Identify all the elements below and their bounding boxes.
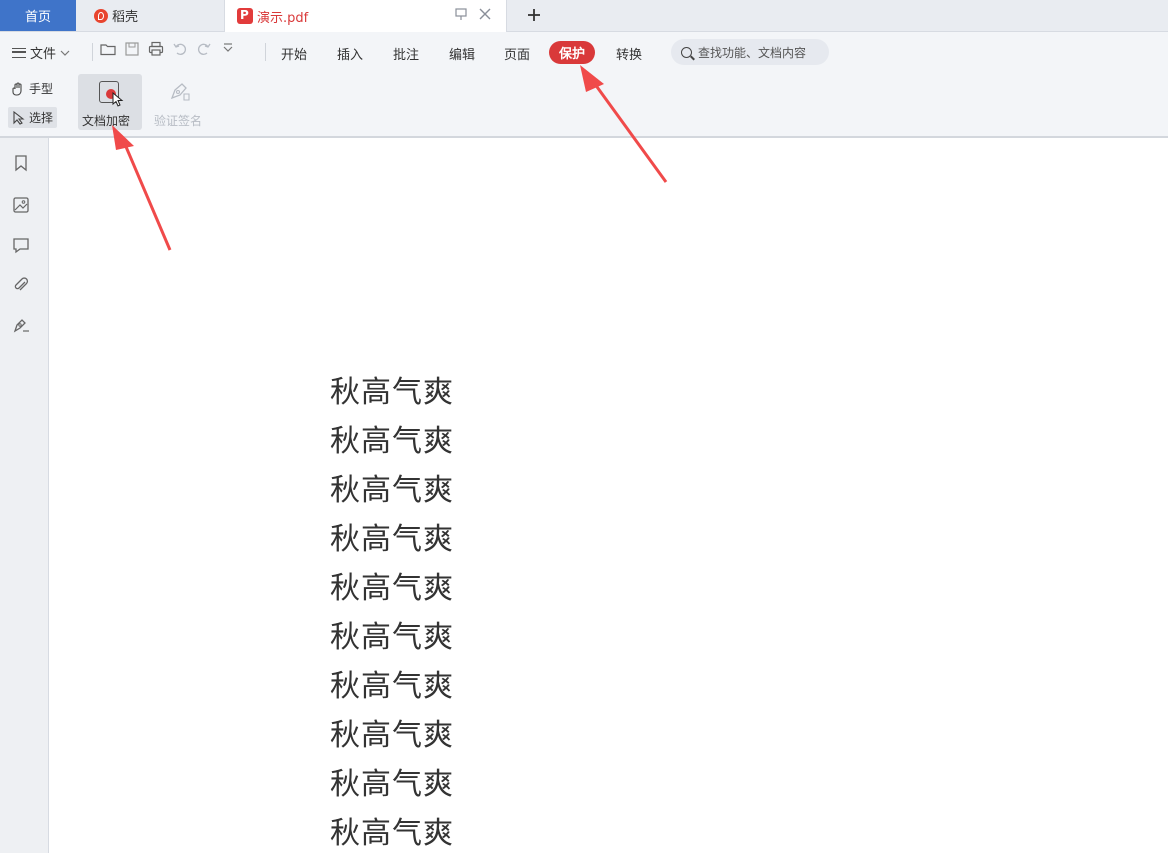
- menu-protect[interactable]: 保护: [549, 41, 596, 64]
- select-tool-button[interactable]: 选择: [8, 107, 58, 128]
- hamburger-icon: [12, 47, 26, 58]
- pen-signature-icon: [170, 83, 190, 101]
- close-icon[interactable]: [478, 7, 492, 25]
- save-icon[interactable]: [124, 41, 140, 57]
- pdf-document-page: 秋高气爽 秋高气爽 秋高气爽 秋高气爽 秋高气爽 秋高气爽 秋高气爽 秋高气爽 秋高气爽 秋高气爽: [50, 140, 1168, 853]
- signature-icon[interactable]: [12, 316, 30, 334]
- tab-home-label: 首页: [24, 10, 51, 25]
- menu-start[interactable]: 开始: [281, 44, 307, 63]
- divider: [92, 43, 93, 61]
- document-text-line: 秋高气爽: [330, 522, 454, 557]
- document-encrypt-label: 文档加密: [82, 114, 131, 128]
- new-tab-button[interactable]: [524, 4, 544, 28]
- customize-toolbar-icon[interactable]: [220, 41, 236, 57]
- left-sidebar: [0, 138, 49, 853]
- pdf-file-icon: [237, 8, 253, 24]
- ribbon-protect: 手型 选择 文档加密 验证签名: [0, 72, 1168, 138]
- menu-insert[interactable]: 插入: [337, 44, 363, 63]
- open-folder-icon[interactable]: [100, 41, 116, 57]
- document-text-line: 秋高气爽: [330, 718, 454, 753]
- search-placeholder: 查找功能、文档内容: [698, 45, 807, 60]
- verify-signature-label: 验证签名: [154, 114, 203, 128]
- tab-daoke[interactable]: 稻壳: [76, 0, 224, 31]
- document-text-line: 秋高气爽: [330, 375, 454, 410]
- tab-daoke-label: 稻壳: [112, 10, 139, 25]
- bookmark-icon[interactable]: [12, 154, 30, 172]
- tab-home[interactable]: 首页: [0, 0, 76, 31]
- mouse-pointer-icon: [112, 92, 124, 107]
- document-text-line: 秋高气爽: [330, 669, 454, 704]
- document-text-line: 秋高气爽: [330, 473, 454, 508]
- plus-icon: [528, 9, 540, 21]
- document-encrypt-button[interactable]: 文档加密: [78, 74, 142, 130]
- search-box[interactable]: 查找功能、文档内容: [671, 39, 829, 65]
- search-icon: [681, 46, 692, 58]
- cursor-arrow-icon: [13, 110, 25, 125]
- file-menu[interactable]: 文件: [12, 43, 70, 62]
- menu-edit[interactable]: 编辑: [449, 44, 475, 63]
- document-text: 秋高气爽 秋高气爽 秋高气爽 秋高气爽 秋高气爽 秋高气爽 秋高气爽 秋高气爽 秋高气爽 秋高气爽: [330, 368, 454, 858]
- menu-bar: 文件 开始 插入 批注 编辑 页面 保护 转换 查找功能、文档内容: [0, 32, 1168, 72]
- hand-tool-button[interactable]: 手型: [11, 80, 53, 97]
- document-text-line: 秋高气爽: [330, 767, 454, 802]
- undo-icon[interactable]: [172, 41, 188, 57]
- pin-icon[interactable]: [454, 7, 468, 25]
- document-text-line: 秋高气爽: [330, 571, 454, 606]
- hand-tool-label: 手型: [29, 82, 54, 96]
- verify-signature-button[interactable]: 验证签名: [152, 74, 212, 130]
- menu-page[interactable]: 页面: [504, 44, 530, 63]
- redo-icon[interactable]: [196, 41, 212, 57]
- menu-comment[interactable]: 批注: [393, 44, 419, 63]
- tab-document-label: 演示.pdf: [257, 10, 309, 26]
- print-icon[interactable]: [148, 41, 164, 57]
- menu-convert[interactable]: 转换: [616, 44, 642, 63]
- document-text-line: 秋高气爽: [330, 424, 454, 459]
- divider: [265, 43, 266, 61]
- select-tool-label: 选择: [29, 111, 54, 125]
- quick-access-toolbar: [100, 41, 236, 57]
- hand-icon: [12, 81, 22, 96]
- file-menu-label: 文件: [30, 47, 57, 62]
- tab-actions: [454, 7, 492, 25]
- daoke-logo-icon: [94, 8, 108, 23]
- comment-icon[interactable]: [12, 236, 30, 254]
- thumbnail-icon[interactable]: [12, 196, 30, 214]
- chevron-down-icon: [60, 50, 70, 56]
- document-text-line: 秋高气爽: [330, 620, 454, 655]
- tab-document[interactable]: 演示.pdf: [224, 0, 507, 32]
- attachment-icon[interactable]: [12, 276, 30, 294]
- document-text-line: 秋高气爽: [330, 816, 454, 851]
- tab-bar: 首页 稻壳 演示.pdf: [0, 0, 1168, 32]
